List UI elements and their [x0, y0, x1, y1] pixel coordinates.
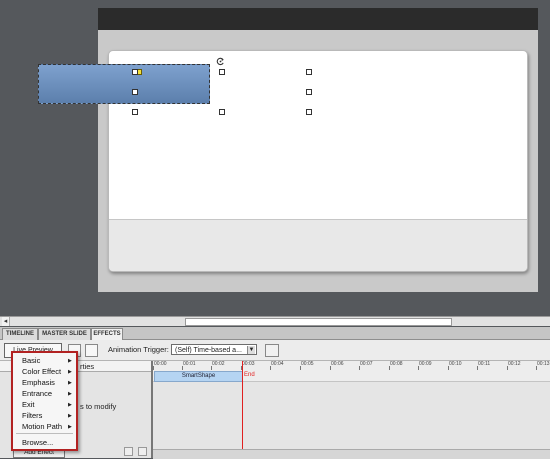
submenu-arrow-icon: ▶ [68, 391, 72, 397]
tick-label: 00:12 [508, 361, 521, 367]
properties-header: rties [80, 362, 95, 371]
tick-label: 00:08 [390, 361, 403, 367]
menu-separator [16, 433, 73, 434]
add-effect-menu: Basic ▶ Color Effect ▶ Emphasis ▶ Entran… [11, 351, 78, 451]
tick-label: 00:09 [419, 361, 432, 367]
tick-label: 00:13 [537, 361, 550, 367]
tab-master-slide[interactable]: MASTER SLIDE [38, 328, 91, 340]
submenu-arrow-icon: ▶ [68, 402, 72, 408]
menu-item-exit[interactable]: Exit [22, 400, 35, 409]
menu-item-browse[interactable]: Browse... [22, 438, 53, 447]
animation-trigger-value: (Self) Time-based a... [175, 347, 242, 354]
trigger-link-icon[interactable] [265, 344, 279, 357]
tab-effects[interactable]: EFFECTS [91, 328, 123, 340]
tab-timeline[interactable]: TIMELINE [2, 328, 38, 340]
stage-header-bar [98, 8, 538, 30]
resize-handle-br[interactable] [306, 109, 312, 115]
slide-footer-area [109, 219, 527, 271]
submenu-arrow-icon: ▶ [68, 413, 72, 419]
scrollbar-thumb[interactable] [185, 318, 452, 326]
submenu-arrow-icon: ▶ [68, 424, 72, 430]
stage-horizontal-scrollbar[interactable]: ◂ [0, 316, 550, 326]
effect-properties-icon[interactable] [85, 344, 98, 357]
menu-item-color-effect[interactable]: Color Effect [22, 367, 61, 376]
tick-label: 00:04 [271, 361, 284, 367]
tick-label: 00:05 [301, 361, 314, 367]
chevron-down-icon[interactable]: ▼ [247, 346, 255, 354]
smartshape-object[interactable] [38, 64, 210, 104]
tick-label: 00:11 [478, 361, 491, 367]
tick-label: 00:06 [331, 361, 344, 367]
tick-label: 00:00 [154, 361, 167, 367]
menu-item-emphasis[interactable]: Emphasis [22, 378, 55, 387]
tick-label: 00:10 [449, 361, 462, 367]
submenu-arrow-icon: ▶ [68, 369, 72, 375]
animation-trigger-select[interactable]: (Self) Time-based a... ▼ [171, 344, 257, 355]
timeline-smartshape-bar[interactable]: SmartShape [154, 371, 243, 382]
resize-handle-tc[interactable] [219, 69, 225, 75]
resize-handle-tr[interactable] [306, 69, 312, 75]
effects-timeline: 00:00 00:01 00:02 00:03 00:04 00:05 00:0… [153, 361, 550, 459]
resize-handle-bl[interactable] [132, 109, 138, 115]
submenu-arrow-icon: ▶ [68, 380, 72, 386]
resize-handle-tl[interactable] [132, 69, 138, 75]
timeline-end-label: End [244, 372, 255, 378]
effects-toolbar: Animation Trigger: (Self) Time-based a..… [0, 340, 550, 361]
settings-icon[interactable] [138, 447, 147, 456]
resize-handle-bc[interactable] [219, 109, 225, 115]
save-icon[interactable] [124, 447, 133, 456]
tick-label: 00:01 [183, 361, 196, 367]
menu-item-motion-path[interactable]: Motion Path [22, 422, 62, 431]
submenu-arrow-icon: ▶ [68, 358, 72, 364]
tick-label: 00:07 [360, 361, 373, 367]
menu-item-filters[interactable]: Filters [22, 411, 42, 420]
menu-item-basic[interactable]: Basic [22, 356, 40, 365]
tick-label: 00:02 [212, 361, 225, 367]
menu-item-entrance[interactable]: Entrance [22, 389, 52, 398]
tick-label: 00:03 [242, 361, 255, 367]
scroll-left-arrow-icon[interactable]: ◂ [2, 317, 10, 326]
resize-handle-mr[interactable] [306, 89, 312, 95]
animation-trigger-label: Animation Trigger: [108, 345, 169, 354]
resize-handle-ml[interactable] [132, 89, 138, 95]
rotate-icon[interactable] [216, 57, 225, 66]
modify-hint-text: s to modify [80, 402, 117, 411]
timeline-end-marker[interactable] [242, 361, 243, 458]
stage-area [98, 8, 538, 292]
panel-tabs: TIMELINE MASTER SLIDE EFFECTS [0, 327, 550, 340]
